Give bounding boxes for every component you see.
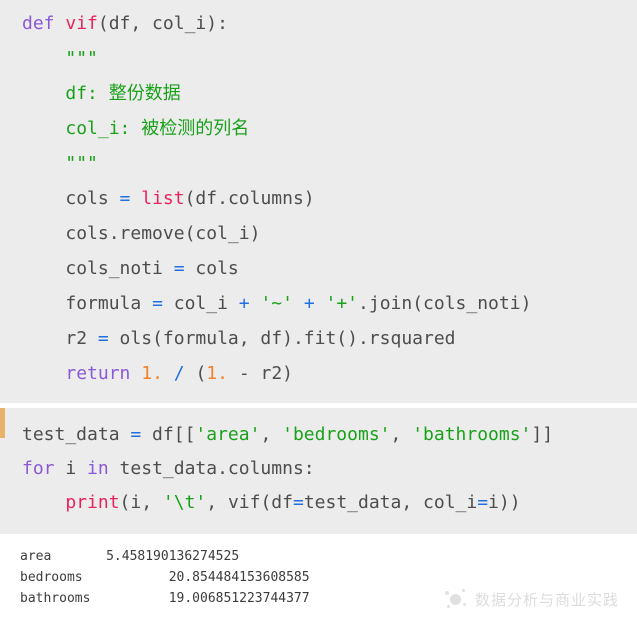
code-line: return 1. / (1. - r2) [0,356,637,391]
code-token-op: = [173,258,185,279]
code-token-plain: .join(cols_noti) [358,293,532,314]
code-token-str: 'bedrooms' [282,424,391,445]
code-block-usage: test_data = df[['area', 'bedrooms', 'bat… [0,408,637,534]
code-line: """ [0,41,637,76]
code-line: """ [0,146,637,181]
code-token-op: = [152,293,163,314]
code-token-plain: , [260,424,283,445]
code-token-plain: , [390,424,413,445]
code-line: test_data = df[['area', 'bedrooms', 'bat… [0,418,637,452]
code-line: r2 = ols(formula, df).fit().rsquared [0,321,637,356]
code-token-plain: - r2) [227,363,294,384]
code-token-plain: df[[ [141,424,196,445]
code-token-op: + [238,293,250,314]
code-token-kw: return [65,363,131,384]
code-token-plain: , vif(df [206,492,293,513]
code-token-op: = [97,328,109,349]
code-token-plain: test_data, col_i [303,492,478,513]
code-token-plain: (df.columns) [184,188,315,209]
code-token-num: 1. [141,363,163,384]
code-token-str: """ [65,48,98,69]
code-token-plain: cols [184,258,239,279]
code-token-str: '~' [260,293,293,314]
code-token-kw: def [22,13,55,34]
code-token-plain: cols.remove(col_i) [65,223,261,244]
code-token-plain: ols(formula, df).fit().rsquared [108,328,456,349]
code-token-str: '\t' [162,492,207,513]
code-token-op: / [173,363,185,384]
code-line: df: 整份数据 [0,76,637,111]
code-line: def vif(df, col_i): [0,6,637,41]
code-token-str: 'bathrooms' [412,424,532,445]
code-token-str: 'area' [195,424,261,445]
code-token-plain: test_data.columns: [108,458,315,479]
code-token-plain: ]] [531,424,554,445]
output-pane: area 5.458190136274525 bedrooms 20.854484… [0,534,637,624]
screenshot-page: def vif(df, col_i): """ df: 整份数据 col_i: … [0,0,637,627]
code-token-cmt: df: 整份数据 [65,83,181,104]
code-token-plain: test_data [22,424,131,445]
code-token-cmt: col_i: 被检测的列名 [65,118,250,139]
code-token-op: = [292,492,304,513]
output-row: bedrooms 20.854484153608585 [20,570,310,585]
code-token-op: = [119,188,131,209]
code-token-fn: list [141,188,185,209]
code-line: col_i: 被检测的列名 [0,111,637,146]
accent-bar [0,408,5,438]
code-line: print(i, '\t', vif(df=test_data, col_i=i… [0,486,637,520]
code-token-plain: ( [184,363,207,384]
code-token-plain: col_i [162,293,239,314]
code-token-plain: formula [65,293,153,314]
code-line: formula = col_i + '~' + '+'.join(cols_no… [0,286,637,321]
code-token-num: 1. [206,363,228,384]
code-token-fn: vif [65,13,98,34]
code-token-op: + [303,293,315,314]
output-row: area 5.458190136274525 [20,549,240,564]
code-token-kw: for [22,458,55,479]
code-line: cols = list(df.columns) [0,181,637,216]
code-line: for i in test_data.columns: [0,452,637,486]
code-token-kw: in [87,458,109,479]
code-token-str: '+' [325,293,359,314]
code-token-op: = [130,424,142,445]
code-token-plain: (df, col_i): [97,13,228,34]
output-row: bathrooms 19.006851223744377 [20,591,310,606]
code-line: cols.remove(col_i) [0,216,637,251]
code-token-fn: print [65,492,120,513]
code-line: cols_noti = cols [0,251,637,286]
code-token-str: """ [65,153,98,174]
code-token-plain: (i, [119,492,163,513]
code-token-plain: i [54,458,88,479]
code-token-plain: r2 [65,328,98,349]
code-token-plain: cols [65,188,120,209]
code-token-op: = [477,492,489,513]
code-block-function-definition: def vif(df, col_i): """ df: 整份数据 col_i: … [0,0,637,403]
code-token-plain: cols_noti [65,258,174,279]
code-token-plain: i)) [488,492,521,513]
